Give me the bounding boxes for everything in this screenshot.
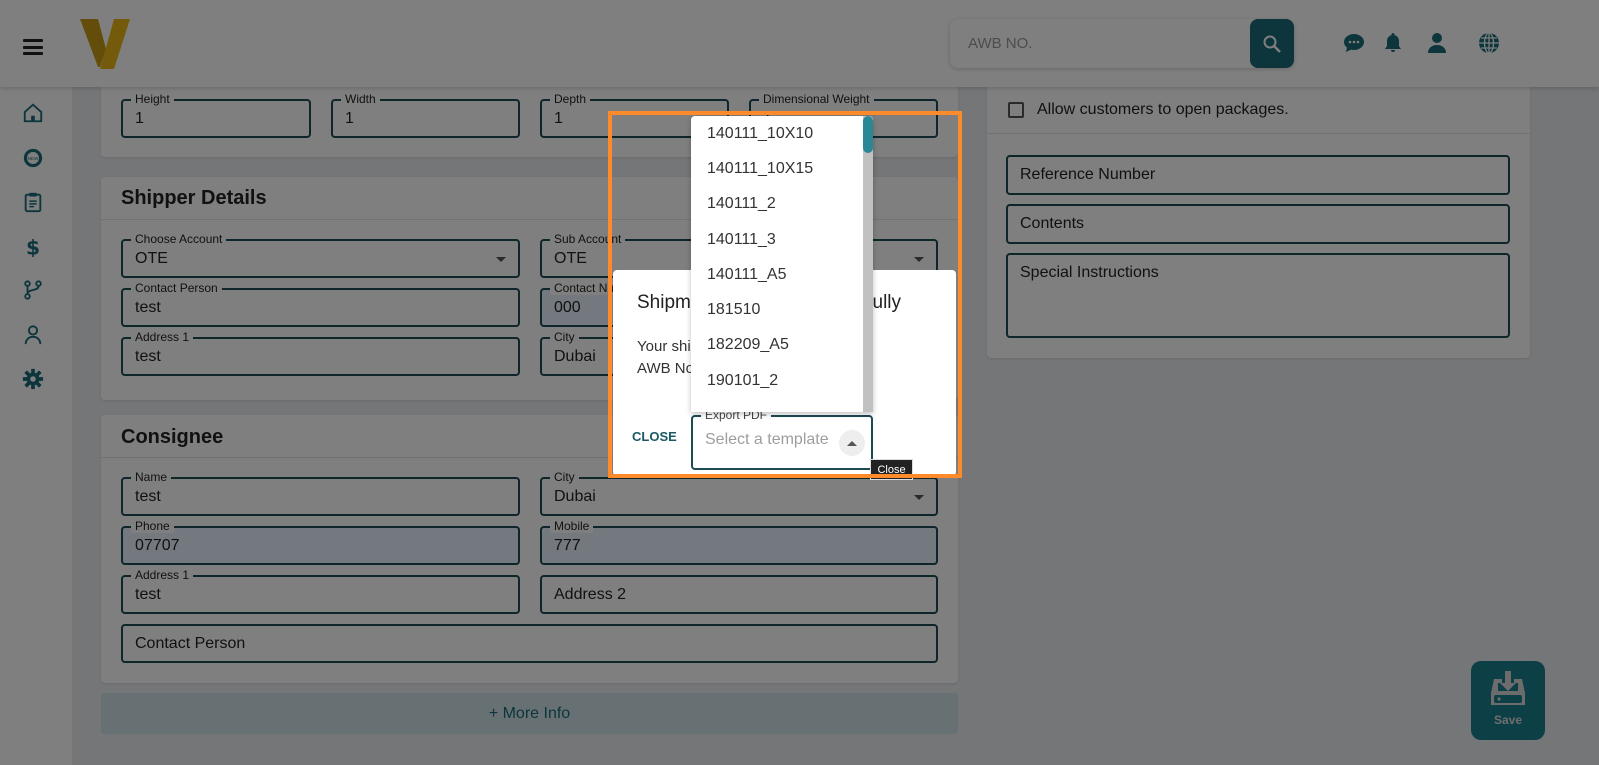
template-option[interactable]: 182209_A5 (691, 328, 873, 363)
close-button[interactable]: CLOSE (632, 429, 677, 444)
template-option[interactable]: 140111_10X10 (691, 116, 873, 151)
scrollbar-thumb[interactable] (863, 116, 873, 153)
template-option[interactable]: 140111_10X15 (691, 151, 873, 186)
template-input[interactable] (705, 431, 835, 449)
template-option[interactable]: 140111_3 (691, 222, 873, 257)
export-pdf-template-select[interactable]: Export PDF (691, 408, 873, 470)
dropdown-scrollbar[interactable] (863, 116, 873, 412)
template-option[interactable]: 181510 (691, 292, 873, 327)
template-option[interactable]: 140111_2 (691, 187, 873, 222)
template-option[interactable]: 140111_A5 (691, 257, 873, 292)
close-tooltip: Close (870, 459, 913, 480)
chevron-up-icon[interactable] (839, 430, 865, 456)
template-option[interactable]: 190101_2 (691, 363, 873, 398)
template-dropdown-list: 140111_10X10 140111_10X15 140111_2 14011… (691, 116, 873, 412)
